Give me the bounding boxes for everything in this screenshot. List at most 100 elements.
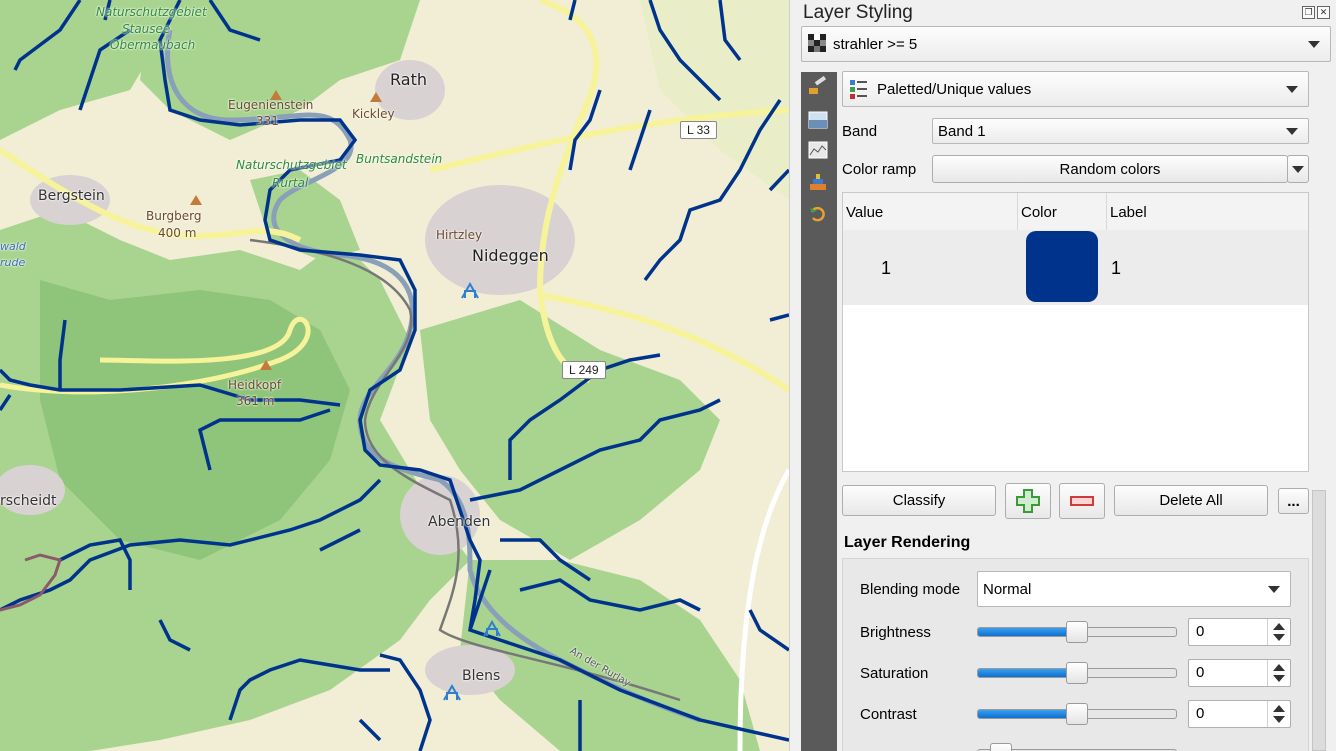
brightness-slider[interactable] [977, 621, 1177, 643]
color-ramp-value: Random colors [1059, 160, 1161, 178]
slider-handle[interactable] [1066, 703, 1088, 725]
slider-fill [978, 628, 1077, 636]
band-label: Band [842, 123, 878, 140]
color-swatch[interactable] [1026, 231, 1098, 302]
chevron-down-icon [1292, 165, 1304, 173]
scrollbar-thumb[interactable] [1312, 490, 1326, 751]
contrast-spinbox[interactable]: 0 [1188, 700, 1291, 728]
classify-button[interactable]: Classify [842, 485, 996, 516]
slider-handle[interactable] [1066, 621, 1088, 643]
map-label: rude [0, 256, 26, 269]
style-tabs-bar [801, 72, 837, 751]
pyramids-icon[interactable] [807, 172, 829, 192]
dock-buttons: ❐ ✕ [1302, 6, 1330, 19]
spin-arrows[interactable] [1267, 660, 1290, 686]
history-icon[interactable] [807, 204, 829, 224]
layer-select[interactable]: strahler >= 5 [801, 26, 1331, 62]
map-label: Naturschutzgebiet [236, 158, 347, 172]
map-label: Naturschutzgebiet [96, 5, 207, 19]
saturation-value: 0 [1196, 664, 1205, 681]
add-class-button[interactable] [1005, 483, 1051, 519]
layer-styling-panel: Layer Styling ❐ ✕ strahler >= 5 Paletted… [801, 0, 1336, 751]
map-label: 400 m [158, 226, 197, 240]
map-label: Hirtzley [436, 228, 483, 242]
saturation-spinbox[interactable]: 0 [1188, 659, 1291, 687]
paintbrush-icon[interactable] [807, 76, 829, 96]
spin-arrows[interactable] [1267, 701, 1290, 727]
map-label-nideggen: Nideggen [472, 246, 549, 265]
color-ramp-dropdown[interactable] [1287, 155, 1309, 183]
more-options-label: ... [1287, 492, 1300, 510]
close-icon[interactable]: ✕ [1317, 6, 1330, 19]
map-label: wald [0, 240, 26, 253]
saturation-label: Saturation [860, 665, 929, 682]
map-label: 331 [256, 114, 279, 128]
raster-layer-icon [808, 34, 826, 52]
remove-class-button[interactable] [1059, 483, 1105, 519]
chevron-down-icon [1268, 586, 1280, 593]
float-icon[interactable]: ❐ [1302, 6, 1315, 19]
contrast-value: 0 [1196, 705, 1205, 722]
map-label: Buntsandstein [356, 152, 443, 166]
map-label: Stausee [122, 22, 171, 36]
chevron-up-icon [1273, 664, 1285, 671]
table-header: Value Color Label [843, 193, 1308, 231]
color-ramp-button[interactable]: Random colors [932, 155, 1288, 183]
delete-all-button-label: Delete All [1159, 492, 1223, 509]
contrast-label: Contrast [860, 706, 917, 723]
column-header-color[interactable]: Color [1018, 193, 1107, 230]
map-label: Heidkopf [228, 378, 282, 392]
column-header-value[interactable]: Value [843, 193, 1018, 230]
chevron-down-icon [1308, 41, 1320, 48]
chevron-down-icon [1273, 634, 1285, 641]
renderer-select[interactable]: Paletted/Unique values [842, 71, 1309, 107]
slider-handle[interactable] [1066, 662, 1088, 684]
chevron-down-icon [1273, 675, 1285, 682]
row-value[interactable]: 1 [881, 258, 891, 279]
road-label-l33: L 33 [680, 121, 717, 139]
chevron-up-icon [1273, 705, 1285, 712]
transparency-icon[interactable] [807, 110, 829, 130]
panel-title: Layer Styling [803, 2, 913, 23]
blending-mode-select[interactable]: Normal [977, 571, 1291, 607]
classes-table[interactable]: Value Color Label 1 1 [842, 192, 1309, 472]
classify-button-label: Classify [892, 492, 946, 509]
map-label: Burgberg [146, 209, 202, 223]
map-canvas[interactable]: Naturschutzgebiet Stausee Obermaubach Ra… [0, 0, 789, 751]
slider-fill [978, 710, 1077, 718]
chevron-down-icon [1273, 716, 1285, 723]
map-label: 361 m [236, 394, 275, 408]
layer-name: strahler >= 5 [833, 35, 918, 53]
saturation-slider[interactable] [977, 662, 1177, 684]
panel-scrollbar[interactable] [1310, 490, 1328, 751]
plus-icon [1016, 489, 1040, 513]
map-label: rscheidt [0, 493, 57, 509]
map-label: Kickley [352, 107, 395, 121]
road-label-l249: L 249 [562, 361, 606, 379]
map-label-rath: Rath [390, 70, 427, 89]
band-value: Band 1 [938, 122, 986, 140]
chevron-down-icon [1286, 128, 1298, 135]
map-label-bergstein: Bergstein [38, 188, 105, 204]
spin-arrows[interactable] [1267, 619, 1290, 645]
more-options-button[interactable]: ... [1278, 488, 1309, 514]
brightness-spinbox[interactable]: 0 [1188, 618, 1291, 646]
contrast-slider[interactable] [977, 703, 1177, 725]
band-select[interactable]: Band 1 [932, 118, 1309, 144]
renderer-name: Paletted/Unique values [877, 80, 1032, 98]
brightness-label: Brightness [860, 624, 931, 641]
histogram-icon[interactable] [807, 140, 829, 160]
row-label[interactable]: 1 [1111, 258, 1121, 279]
minus-icon [1070, 496, 1094, 506]
column-header-label[interactable]: Label [1107, 193, 1308, 230]
delete-all-button[interactable]: Delete All [1114, 485, 1268, 516]
map-label: Obermaubach [110, 38, 196, 52]
map-label-blens: Blens [462, 668, 501, 684]
layer-rendering-title: Layer Rendering [844, 534, 971, 551]
chevron-up-icon [1273, 623, 1285, 630]
table-row[interactable]: 1 1 [843, 230, 1308, 305]
slider-fill [978, 669, 1077, 677]
blending-mode-value: Normal [983, 580, 1032, 598]
blending-mode-label: Blending mode [860, 581, 961, 598]
slider-handle[interactable] [990, 743, 1012, 751]
